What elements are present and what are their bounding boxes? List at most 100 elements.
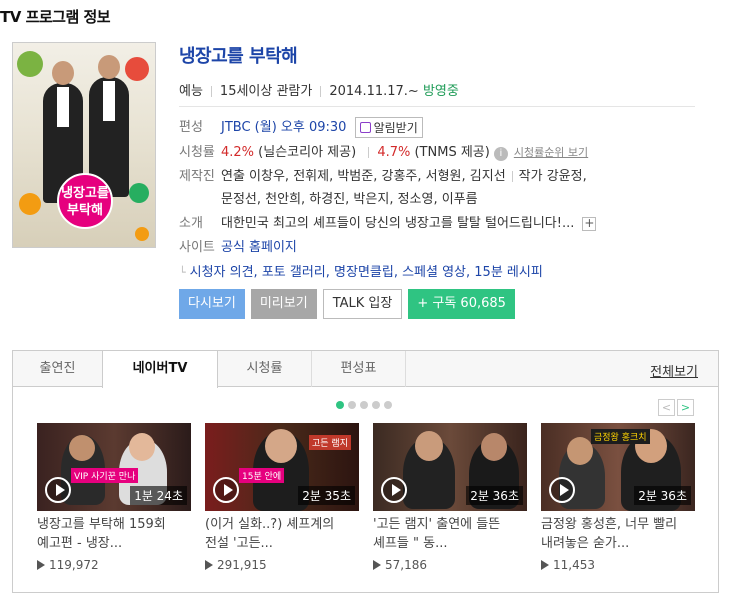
views-play-icon xyxy=(541,560,549,570)
clip-thumbnail[interactable]: VIP 사기꾼 만나 1분 24초 xyxy=(37,423,191,511)
clip-card[interactable]: 금정왕 홍크치 2분 36초 금정왕 홍성흔, 너무 빨리 내려놓은 숟가...… xyxy=(541,423,695,572)
production-writers: 문정선, 천안희, 하경진, 박은지, 정소영, 이푸름 xyxy=(221,192,478,207)
clip-duration: 2분 36초 xyxy=(466,486,523,505)
official-homepage-link[interactable]: 공식 홈페이지 xyxy=(221,240,297,255)
nielsen-rating: 4.2% xyxy=(221,145,255,160)
viewer-rating-label: 시청률 xyxy=(179,145,215,160)
site-row: 사이트 공식 홈페이지 xyxy=(179,236,297,255)
clip-thumbnail[interactable]: 금정왕 홍크치 2분 36초 xyxy=(541,423,695,511)
schedule-row: 편성 JTBC (월) 오후 09:30 알림받기 xyxy=(179,116,423,138)
program-poster[interactable]: 냉장고를 부탁해 xyxy=(12,42,156,248)
views-play-icon xyxy=(205,560,213,570)
play-icon[interactable] xyxy=(549,477,575,503)
view-all-link[interactable]: 전체보기 xyxy=(650,361,698,380)
intro-text: 대한민국 최고의 셰프들이 당신의 냉장고를 탈탈 털어드립니다!... xyxy=(221,216,575,231)
program-title[interactable]: 냉장고를 부탁해 xyxy=(179,42,298,68)
action-buttons: 다시보기 미리보기 TALK 입장 + 구독 60,685 xyxy=(179,289,515,319)
clip-card[interactable]: VIP 사기꾼 만나 1분 24초 냉장고를 부탁해 159회 예고편 - 냉장… xyxy=(37,423,191,572)
subscribe-button[interactable]: + 구독 60,685 xyxy=(408,289,515,319)
sub-links[interactable]: 시청자 의견, 포토 갤러리, 명장면클립, 스페셜 영상, 15분 레시피 xyxy=(190,265,543,280)
clip-caption: 금정왕 홍크치 xyxy=(591,429,650,444)
carousel-dot[interactable] xyxy=(384,401,392,409)
clip-title[interactable]: 냉장고를 부탁해 159회 예고편 - 냉장... xyxy=(37,515,191,553)
clip-caption: 고든 램지 xyxy=(309,435,351,450)
carousel-dot[interactable] xyxy=(360,401,368,409)
vegetable-graphic xyxy=(19,193,41,215)
clip-duration: 1분 24초 xyxy=(130,486,187,505)
age-rating: 15세이상 관람가 xyxy=(219,84,313,99)
page-header-title: TV 프로그램 정보 xyxy=(0,8,111,26)
sub-links-row: └ 시청자 의견, 포토 갤러리, 명장면클립, 스페셜 영상, 15분 레시피 xyxy=(179,261,543,280)
program-meta: 예능 15세이상 관람가 2014.11.17.~ 방영중 xyxy=(179,80,459,99)
tab-bar: 출연진 네이버TV 시청률 편성표 전체보기 xyxy=(13,351,718,388)
start-date: 2014.11.17.~ xyxy=(329,84,419,99)
views-play-icon xyxy=(37,560,45,570)
views-play-icon xyxy=(373,560,381,570)
tnms-source: (TNMS 제공) xyxy=(414,145,490,160)
carousel-dots xyxy=(336,401,392,409)
sub-link-arrow-icon: └ xyxy=(179,266,186,279)
nielsen-source: (닐슨코리아 제공) xyxy=(258,145,357,160)
carousel-dot[interactable] xyxy=(336,401,344,409)
poster-title-badge: 냉장고를 부탁해 xyxy=(57,173,113,229)
site-label: 사이트 xyxy=(179,240,215,255)
carousel-dot[interactable] xyxy=(372,401,380,409)
clip-views: 57,186 xyxy=(373,558,527,572)
intro-label: 소개 xyxy=(179,216,203,231)
vegetable-graphic xyxy=(129,183,149,203)
next-arrow-icon[interactable]: > xyxy=(677,399,694,416)
carousel-dot[interactable] xyxy=(348,401,356,409)
alarm-button-label: 알림받기 xyxy=(373,121,418,135)
watch-again-button[interactable]: 다시보기 xyxy=(179,289,245,319)
production-row-cont: 문정선, 천안희, 하경진, 박은지, 정소영, 이푸름 xyxy=(221,188,478,207)
clip-views-count: 11,453 xyxy=(553,558,595,572)
vegetable-graphic xyxy=(125,57,149,81)
prev-arrow-icon[interactable]: < xyxy=(658,399,675,416)
divider xyxy=(179,106,695,107)
clip-thumbnail[interactable]: 고든 램지 15분 안에 2분 35초 xyxy=(205,423,359,511)
talk-button[interactable]: TALK 입장 xyxy=(322,289,403,319)
tab-viewer-rating[interactable]: 시청률 xyxy=(218,351,312,387)
production-row: 제작진 연출 이창우, 전휘제, 박범준, 강홍주, 서형원, 김지선 작가 강윤정… xyxy=(179,165,587,184)
schedule-value: JTBC (월) 오후 09:30 xyxy=(221,120,347,135)
tab-cast[interactable]: 출연진 xyxy=(13,351,103,387)
clip-title[interactable]: 금정왕 홍성흔, 너무 빨리 내려놓은 숟가... xyxy=(541,515,695,553)
production-label: 제작진 xyxy=(179,169,215,184)
tab-naver-tv[interactable]: 네이버TV xyxy=(102,351,218,388)
jtbc-logo-icon xyxy=(135,227,149,241)
vegetable-graphic xyxy=(17,51,43,77)
clip-views-count: 119,972 xyxy=(49,558,99,572)
clip-duration: 2분 35초 xyxy=(298,486,355,505)
calendar-icon xyxy=(359,122,371,133)
preview-button[interactable]: 미리보기 xyxy=(250,289,317,319)
status-badge: 방영중 xyxy=(422,84,459,99)
clip-card[interactable]: 고든 램지 15분 안에 2분 35초 (이거 실화..?) 셰프계의 전설 '… xyxy=(205,423,359,572)
content-panel: 출연진 네이버TV 시청률 편성표 전체보기 < > VIP 사기꾼 만나 1분… xyxy=(12,350,719,593)
clip-duration: 2분 36초 xyxy=(634,486,691,505)
alarm-button[interactable]: 알림받기 xyxy=(354,117,423,138)
genre[interactable]: 예능 xyxy=(179,84,203,99)
expand-plus-icon[interactable]: + xyxy=(582,216,597,231)
play-icon[interactable] xyxy=(213,477,239,503)
clip-views: 11,453 xyxy=(541,558,695,572)
clip-views-count: 291,915 xyxy=(217,558,267,572)
clip-views: 119,972 xyxy=(37,558,191,572)
rating-rank-link[interactable]: 시청률순위 보기 xyxy=(514,146,588,159)
viewer-rating-row: 시청률 4.2% (닐슨코리아 제공) 4.7% (TNMS 제공) i 시청률순위 … xyxy=(179,141,588,161)
clip-caption: 15분 안에 xyxy=(239,468,285,483)
production-writer: 작가 강윤정, xyxy=(518,169,587,184)
carousel-arrows: < > xyxy=(658,399,694,416)
clip-views-count: 57,186 xyxy=(385,558,427,572)
info-icon[interactable]: i xyxy=(493,147,508,161)
production-directors: 연출 이창우, 전휘제, 박범준, 강홍주, 서형원, 김지선 xyxy=(221,169,506,184)
intro-row: 소개 대한민국 최고의 셰프들이 당신의 냉장고를 탈탈 털어드립니다!... + xyxy=(179,212,597,231)
tnms-rating: 4.7% xyxy=(377,145,411,160)
play-icon[interactable] xyxy=(45,477,71,503)
tab-schedule[interactable]: 편성표 xyxy=(312,351,406,387)
clip-caption: VIP 사기꾼 만나 xyxy=(71,468,139,483)
clip-thumbnail[interactable]: 2분 36초 xyxy=(373,423,527,511)
clip-title[interactable]: (이거 실화..?) 셰프계의 전설 '고든... xyxy=(205,515,359,553)
play-icon[interactable] xyxy=(381,477,407,503)
clip-title[interactable]: '고든 램지' 출연에 들뜬 셰프들 " 동... xyxy=(373,515,527,553)
clip-card[interactable]: 2분 36초 '고든 램지' 출연에 들뜬 셰프들 " 동... 57,186 xyxy=(373,423,527,572)
